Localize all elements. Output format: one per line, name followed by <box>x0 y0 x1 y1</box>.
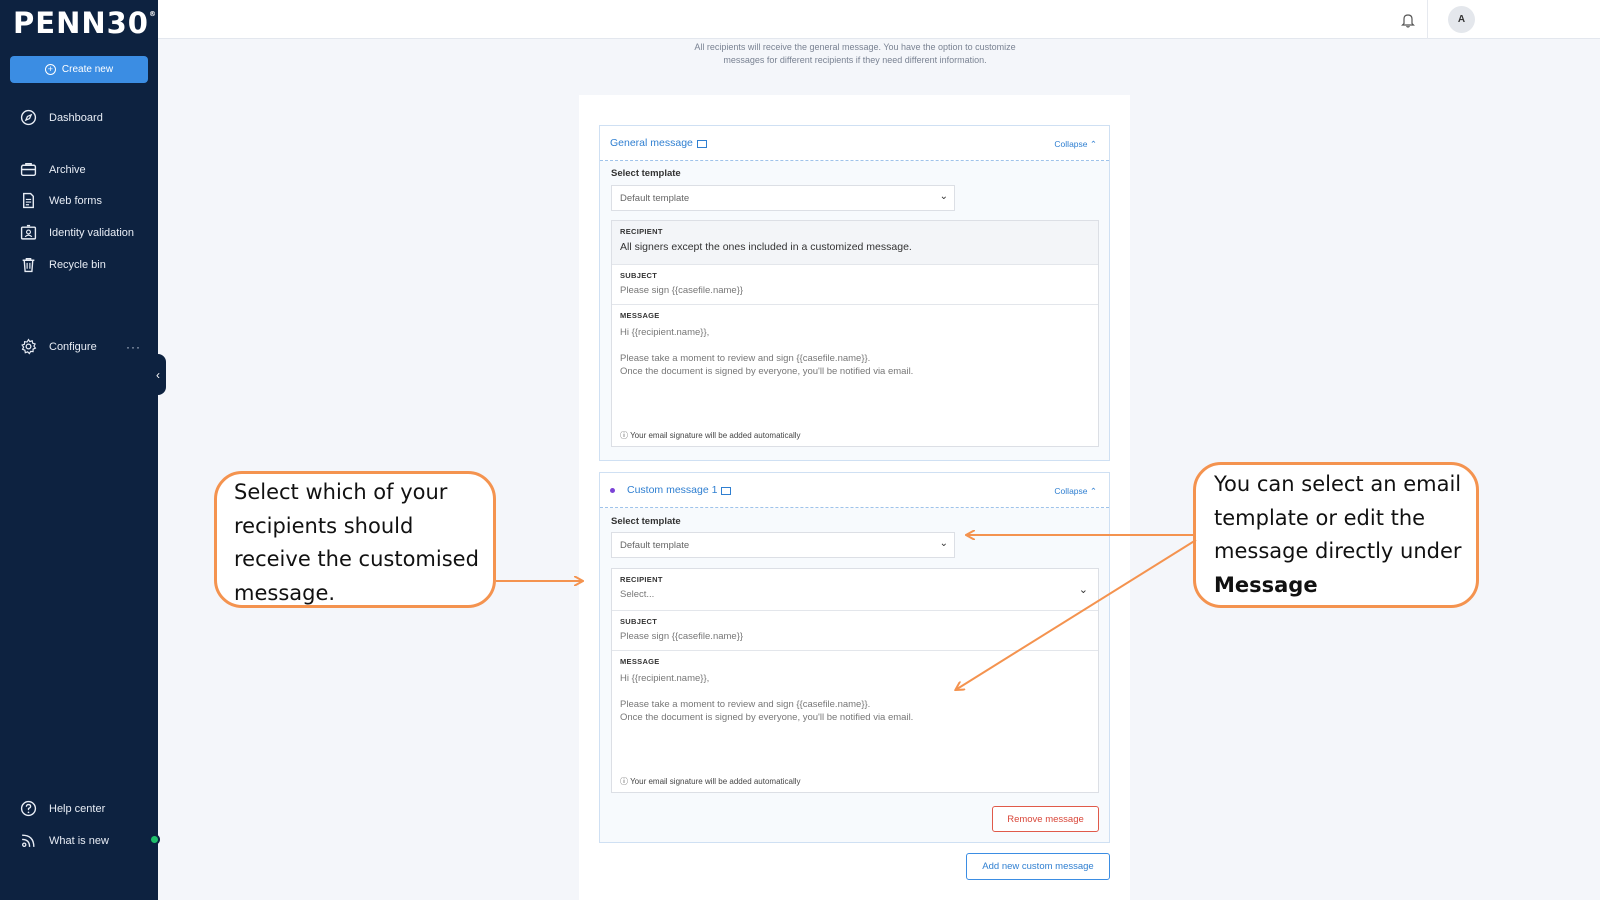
sidebar-item-identity-validation[interactable]: Identity validation <box>20 224 134 241</box>
message-label: MESSAGE <box>620 657 660 666</box>
configure-more-icon[interactable]: ··· <box>126 340 141 354</box>
general-message-box: RECIPIENT All signers except the ones in… <box>611 220 1099 447</box>
chevron-down-icon: ⌄ <box>939 538 948 549</box>
message-line[interactable]: Hi {{recipient.name}}, <box>620 326 1090 339</box>
signature-note: ⓘ Your email signature will be added aut… <box>620 777 801 786</box>
broadcast-icon <box>22 834 35 847</box>
general-collapse-link[interactable]: Collapse ⌃ <box>1054 139 1097 150</box>
custom-message-title: Custom message 1 <box>627 484 718 496</box>
recipient-label: RECIPIENT <box>620 575 663 584</box>
template-select-value: Default template <box>620 192 690 204</box>
custom-template-select[interactable]: Default template ⌄ <box>611 532 955 558</box>
sidebar-item-label: Dashboard <box>49 111 103 124</box>
sidebar-collapse-button[interactable]: ‹ <box>150 354 166 395</box>
message-line[interactable]: Please take a moment to review and sign … <box>620 352 1090 365</box>
subject-label: SUBJECT <box>620 271 658 280</box>
subject-section[interactable]: SUBJECT Please sign {{casefile.name}} <box>612 265 1098 305</box>
sidebar: PENN30® + Create new Dashboard Archive W… <box>0 0 158 900</box>
trash-icon <box>22 257 35 273</box>
custom-message-header[interactable]: Custom message 1 Collapse ⌃ <box>600 473 1109 508</box>
top-bar <box>158 0 1600 39</box>
custom-collapse-link[interactable]: Collapse ⌃ <box>1054 486 1097 497</box>
message-label: MESSAGE <box>620 311 660 320</box>
recipient-select[interactable]: RECIPIENT Select... ⌄ <box>612 569 1098 611</box>
chevron-down-icon: ⌄ <box>1078 584 1088 596</box>
sidebar-item-label: Help center <box>49 802 106 815</box>
sidebar-item-archive[interactable]: Archive <box>20 161 86 178</box>
envelope-icon <box>696 140 707 148</box>
add-custom-message-button[interactable]: Add new custom message <box>966 853 1110 880</box>
callout-right-text: You can select an email template or edit… <box>1214 472 1462 563</box>
message-section[interactable]: MESSAGE Hi {{recipient.name}}, Please ta… <box>612 305 1098 446</box>
general-message-title: General message <box>610 137 693 149</box>
message-line[interactable]: Please take a moment to review and sign … <box>620 698 1090 711</box>
chevron-up-icon: ⌃ <box>1089 139 1097 149</box>
custom-message-dot <box>610 487 615 493</box>
sidebar-item-what-is-new[interactable]: What is new <box>20 832 109 849</box>
document-icon <box>23 192 34 209</box>
template-select-value: Default template <box>620 539 690 551</box>
message-line[interactable]: Once the document is signed by everyone,… <box>620 365 1090 378</box>
topbar-divider <box>1427 0 1428 39</box>
sidebar-item-label: Archive <box>49 163 86 176</box>
general-template-label: Select template <box>611 168 681 179</box>
create-new-label: Create new <box>61 64 114 75</box>
general-template-select[interactable]: Default template ⌄ <box>611 185 955 211</box>
briefcase-icon <box>20 162 37 177</box>
custom-message-box: RECIPIENT Select... ⌄ SUBJECT Please sig… <box>611 568 1099 793</box>
envelope-icon <box>721 487 732 495</box>
sidebar-item-configure[interactable]: Configure <box>20 338 97 355</box>
subject-field[interactable]: Please sign {{casefile.name}} <box>620 631 1090 642</box>
callout-left-text: Select which of your recipients should r… <box>234 480 479 605</box>
avatar[interactable]: A <box>1448 6 1475 33</box>
bell-icon[interactable] <box>1401 12 1415 28</box>
plus-circle-icon: + <box>44 64 56 75</box>
recipient-label: RECIPIENT <box>620 227 663 236</box>
message-section[interactable]: MESSAGE Hi {{recipient.name}}, Please ta… <box>612 651 1098 792</box>
app-logo[interactable]: PENN30® <box>13 6 157 40</box>
sidebar-item-recycle-bin[interactable]: Recycle bin <box>20 256 106 273</box>
sidebar-item-label: Web forms <box>49 194 102 207</box>
custom-template-label: Select template <box>611 516 681 527</box>
sidebar-item-dashboard[interactable]: Dashboard <box>20 109 103 126</box>
signature-note: ⓘ Your email signature will be added aut… <box>620 431 801 440</box>
gear-icon <box>21 338 37 355</box>
sidebar-item-help-center[interactable]: Help center <box>20 800 105 817</box>
sidebar-item-label: Recycle bin <box>49 258 106 271</box>
recipient-select-placeholder[interactable]: Select... <box>620 589 1090 600</box>
recipient-section: RECIPIENT All signers except the ones in… <box>612 221 1098 265</box>
sidebar-item-label: What is new <box>49 834 109 847</box>
sidebar-item-web-forms[interactable]: Web forms <box>20 192 102 209</box>
callout-right-bold: Message <box>1214 572 1318 597</box>
general-message-card: General message Collapse ⌃ Select templa… <box>599 125 1110 461</box>
subject-section[interactable]: SUBJECT Please sign {{casefile.name}} <box>612 611 1098 651</box>
message-line[interactable]: Once the document is signed by everyone,… <box>620 711 1090 724</box>
callout-right: You can select an email template or edit… <box>1193 462 1479 608</box>
subject-field[interactable]: Please sign {{casefile.name}} <box>620 285 1090 296</box>
chevron-up-icon: ⌃ <box>1089 486 1097 496</box>
subject-label: SUBJECT <box>620 617 658 626</box>
question-icon <box>20 800 37 817</box>
compass-icon <box>20 109 37 126</box>
create-new-button[interactable]: + Create new <box>10 56 148 83</box>
sidebar-item-label: Identity validation <box>49 226 134 239</box>
intro-text: All recipients will receive the general … <box>694 42 1016 65</box>
callout-left: Select which of your recipients should r… <box>214 471 496 608</box>
recipient-value: All signers except the ones included in … <box>620 241 912 253</box>
chevron-down-icon: ⌄ <box>939 191 948 202</box>
id-card-icon <box>20 224 37 240</box>
message-line[interactable]: Hi {{recipient.name}}, <box>620 672 1090 685</box>
remove-message-button[interactable]: Remove message <box>992 806 1099 832</box>
online-status-dot <box>149 834 160 845</box>
custom-message-card: Custom message 1 Collapse ⌃ Select templ… <box>599 472 1110 843</box>
general-message-header[interactable]: General message Collapse ⌃ <box>600 126 1109 161</box>
sidebar-item-label: Configure <box>49 340 97 353</box>
